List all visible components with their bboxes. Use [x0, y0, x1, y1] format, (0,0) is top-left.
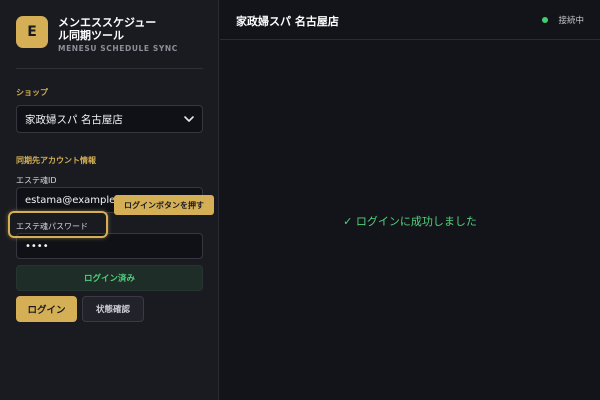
shop-select[interactable]: 家政婦スパ 名古屋店: [16, 105, 203, 133]
password-input-value: ••••: [25, 240, 49, 252]
login-status-bar: ログイン済み: [16, 265, 203, 291]
connection-status: 接続中: [542, 14, 584, 26]
password-label-highlight: [8, 211, 108, 238]
shop-section-label: ショップ: [16, 88, 48, 97]
app-logo: E: [16, 16, 48, 48]
login-success-message: ✓ ログインに成功しました: [343, 215, 477, 228]
connection-dot-icon: [542, 17, 549, 23]
brand: E メンエススケジュール同期ツール MENESU SCHEDULE SYNC: [16, 16, 178, 53]
tooltip: ログインボタンを押す: [114, 195, 214, 215]
brand-text: メンエススケジュール同期ツール MENESU SCHEDULE SYNC: [58, 16, 178, 53]
login-button[interactable]: ログイン: [16, 296, 77, 322]
app-title: メンエススケジュール同期ツール: [58, 16, 157, 42]
chevron-down-icon: [184, 116, 194, 122]
check-status-button[interactable]: 状態確認: [82, 296, 144, 322]
header-shop-title: 家政婦スパ 名古屋店: [236, 15, 339, 28]
sidebar: E メンエススケジュール同期ツール MENESU SCHEDULE SYNC シ…: [0, 0, 219, 400]
connection-status-text: 接続中: [558, 16, 584, 26]
account-section-label: 同期先アカウント情報: [16, 156, 96, 165]
app-subtitle: MENESU SCHEDULE SYNC: [58, 44, 178, 53]
shop-select-value: 家政婦スパ 名古屋店: [25, 113, 123, 126]
id-label: エステ魂ID: [16, 176, 57, 185]
main-header: 家政婦スパ 名古屋店 接続中: [220, 0, 600, 40]
sidebar-divider: [16, 68, 203, 69]
main-panel: 家政婦スパ 名古屋店 接続中 ✓ ログインに成功しました: [220, 0, 600, 400]
login-status-text: ログイン済み: [83, 274, 135, 284]
